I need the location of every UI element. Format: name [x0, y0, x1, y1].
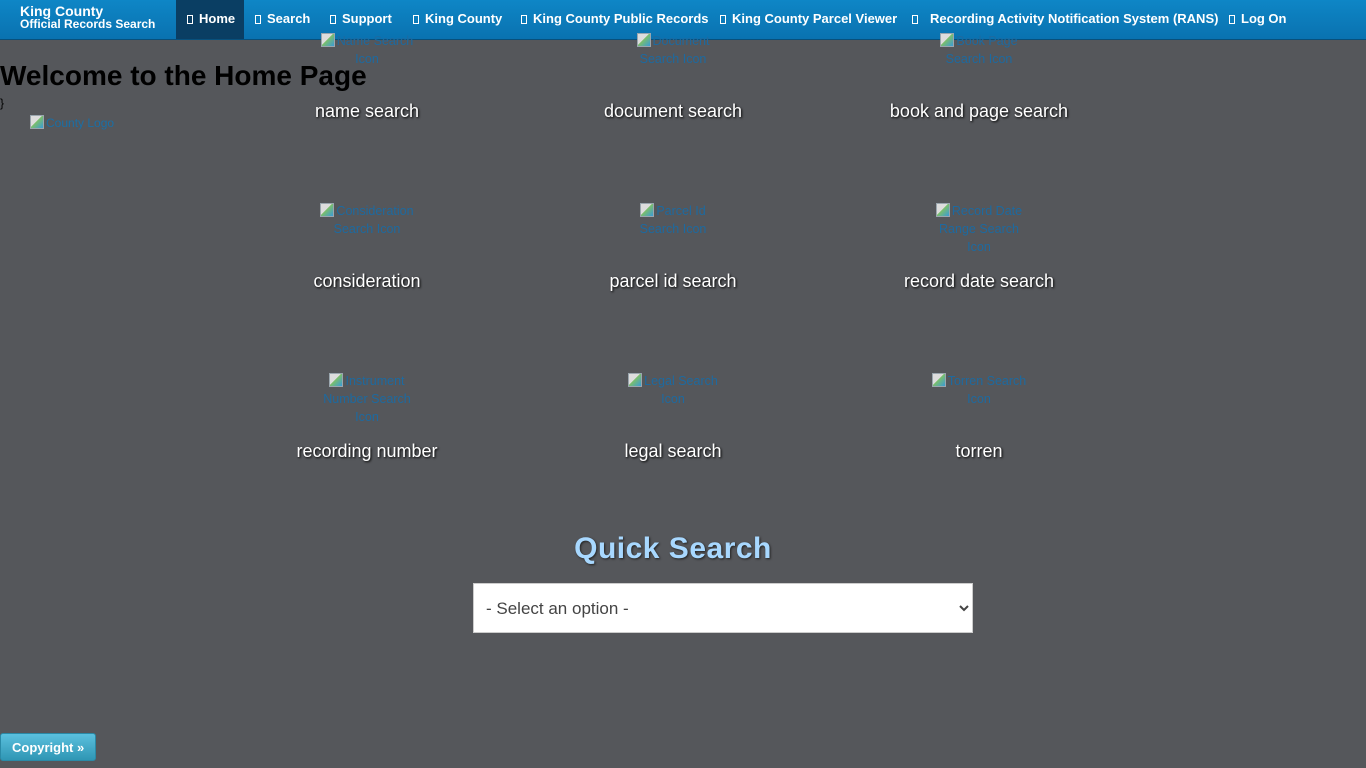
broken-image-icon [30, 115, 44, 129]
tile-label[interactable]: legal search [520, 441, 826, 462]
nav-item-log-on[interactable]: Log On [1218, 0, 1298, 39]
broken-image-icon [628, 373, 643, 387]
name-search-icon[interactable]: Name Search Icon [317, 32, 417, 68]
tile-label[interactable]: recording number [214, 441, 520, 462]
broken-image-icon [935, 203, 950, 217]
book-page-search-icon[interactable]: Book Page Search Icon [929, 32, 1029, 68]
instrument-number-search-icon[interactable]: Instrument Number Search Icon [317, 372, 417, 426]
home-icon [187, 15, 193, 24]
broken-image-icon [636, 33, 651, 47]
tile-label[interactable]: document search [520, 101, 826, 122]
tile-record-date-search[interactable]: Record Date Range Search Icon record dat… [826, 170, 1132, 340]
icon-alt-text: Consideration Search Icon [333, 204, 414, 236]
broken-image-icon [931, 373, 946, 387]
tile-label[interactable]: record date search [826, 271, 1132, 292]
tile-name-search[interactable]: Name Search Icon name search [214, 0, 520, 170]
login-icon [1229, 15, 1235, 24]
broken-image-icon [320, 203, 335, 217]
tile-label[interactable]: parcel id search [520, 271, 826, 292]
torren-search-icon[interactable]: Torren Search Icon [929, 372, 1029, 408]
brand-subtitle: Official Records Search [20, 17, 156, 31]
tile-legal-search[interactable]: Legal Search Icon legal search [520, 340, 826, 510]
nav-item-label: Log On [1241, 11, 1287, 26]
quick-search-select[interactable]: - Select an option - [473, 583, 973, 633]
county-logo-alt: County Logo [46, 116, 115, 130]
broken-image-icon [329, 373, 344, 387]
broken-image-icon [940, 33, 955, 47]
consideration-search-icon[interactable]: Consideration Search Icon [317, 202, 417, 238]
tile-book-page-search[interactable]: Book Page Search Icon book and page sear… [826, 0, 1132, 170]
broken-image-icon [640, 203, 655, 217]
tile-consideration-search[interactable]: Consideration Search Icon consideration [214, 170, 520, 340]
tile-torren-search[interactable]: Torren Search Icon torren [826, 340, 1132, 510]
copyright-button[interactable]: Copyright » [0, 733, 97, 761]
document-search-icon[interactable]: Document Search Icon [623, 32, 723, 68]
record-date-search-icon[interactable]: Record Date Range Search Icon [929, 202, 1029, 256]
tile-label[interactable]: name search [214, 101, 520, 122]
icon-alt-text: Legal Search Icon [644, 374, 718, 406]
icon-alt-text: Torren Search Icon [947, 374, 1027, 406]
icon-alt-text: Book Page Search Icon [945, 34, 1018, 66]
legal-search-icon[interactable]: Legal Search Icon [623, 372, 723, 408]
broken-image-icon [320, 33, 335, 47]
tile-label[interactable]: torren [826, 441, 1132, 462]
parcel-id-search-icon[interactable]: Parcel Id Search Icon [623, 202, 723, 238]
county-logo: County Logo [30, 115, 150, 130]
icon-alt-text: Name Search Icon [336, 34, 414, 66]
stray-text: } [0, 96, 5, 110]
tile-label[interactable]: consideration [214, 271, 520, 292]
tile-recording-number-search[interactable]: Instrument Number Search Icon recording … [214, 340, 520, 510]
icon-alt-text: Record Date Range Search Icon [939, 204, 1023, 254]
brand-logo[interactable]: King County Official Records Search [20, 4, 156, 31]
quick-search-title: Quick Search [574, 532, 772, 565]
tile-parcel-id-search[interactable]: Parcel Id Search Icon parcel id search [520, 170, 826, 340]
tile-label[interactable]: book and page search [826, 101, 1132, 122]
tile-document-search[interactable]: Document Search Icon document search [520, 0, 826, 170]
